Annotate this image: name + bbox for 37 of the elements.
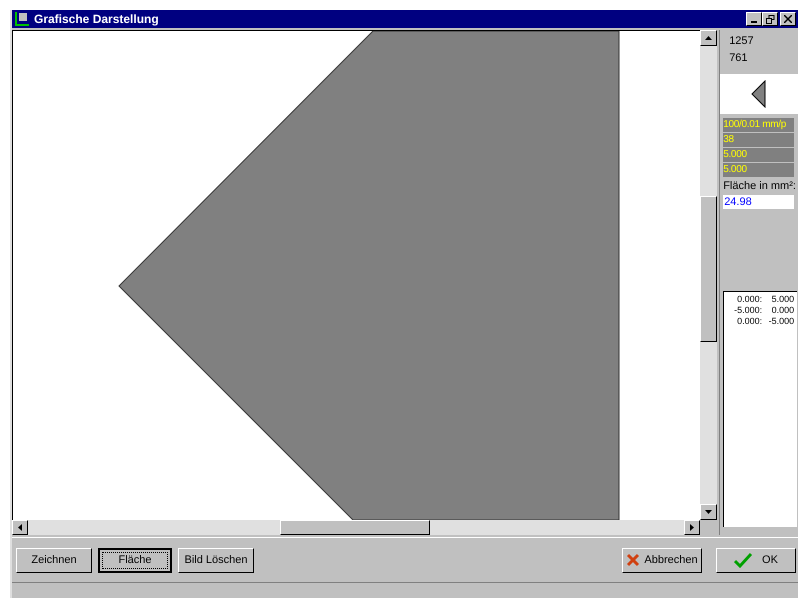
close-icon: [626, 553, 640, 567]
scroll-right-icon[interactable]: [684, 520, 700, 535]
point-y: 0.000: [770, 304, 794, 316]
point-y: 5.000: [770, 294, 794, 304]
minimize-button[interactable]: [746, 12, 762, 26]
triangle-shape: [751, 80, 768, 108]
point-x: 0.000:: [737, 316, 762, 326]
close-button[interactable]: [780, 12, 796, 26]
value-field: 5.000: [723, 148, 794, 162]
restore-icon: [766, 14, 774, 24]
horizontal-scrollbar[interactable]: [12, 520, 700, 535]
toolbar-button[interactable]: Fläche: [98, 548, 172, 572]
close-icon: [784, 15, 792, 23]
value-field: 100/0.01 mm/p: [723, 118, 794, 132]
scroll-thumb[interactable]: [280, 520, 430, 535]
vertical-scrollbar[interactable]: [700, 30, 717, 520]
window-title: Grafische Darstellung: [34, 11, 160, 28]
point-y: -5.000: [768, 316, 794, 326]
scroll-left-icon[interactable]: [12, 520, 28, 535]
coordinate-text: 761: [728, 50, 749, 66]
scroll-up-icon[interactable]: [700, 30, 717, 46]
app-icon: [14, 11, 30, 27]
restore-button[interactable]: [762, 12, 778, 26]
toolbar-button[interactable]: Bild Löschen: [178, 548, 254, 572]
point-x: -5.000:: [734, 304, 762, 316]
toolbar-button[interactable]: Zeichnen: [16, 548, 92, 572]
scroll-thumb[interactable]: [700, 196, 717, 342]
cancel-button[interactable]: Abbrechen: [622, 548, 702, 572]
area-value-field: 24.98: [723, 194, 794, 208]
scroll-down-icon[interactable]: [700, 504, 717, 520]
point-x: 0.000:: [737, 294, 762, 304]
coordinate-text: 1257: [728, 34, 755, 49]
checkmark-icon: [734, 552, 752, 568]
value-field: 38: [723, 133, 794, 147]
value-field: 5.000: [723, 163, 794, 177]
area-label: Fläche in mm²:: [723, 179, 797, 194]
ok-button[interactable]: OK: [716, 548, 796, 572]
